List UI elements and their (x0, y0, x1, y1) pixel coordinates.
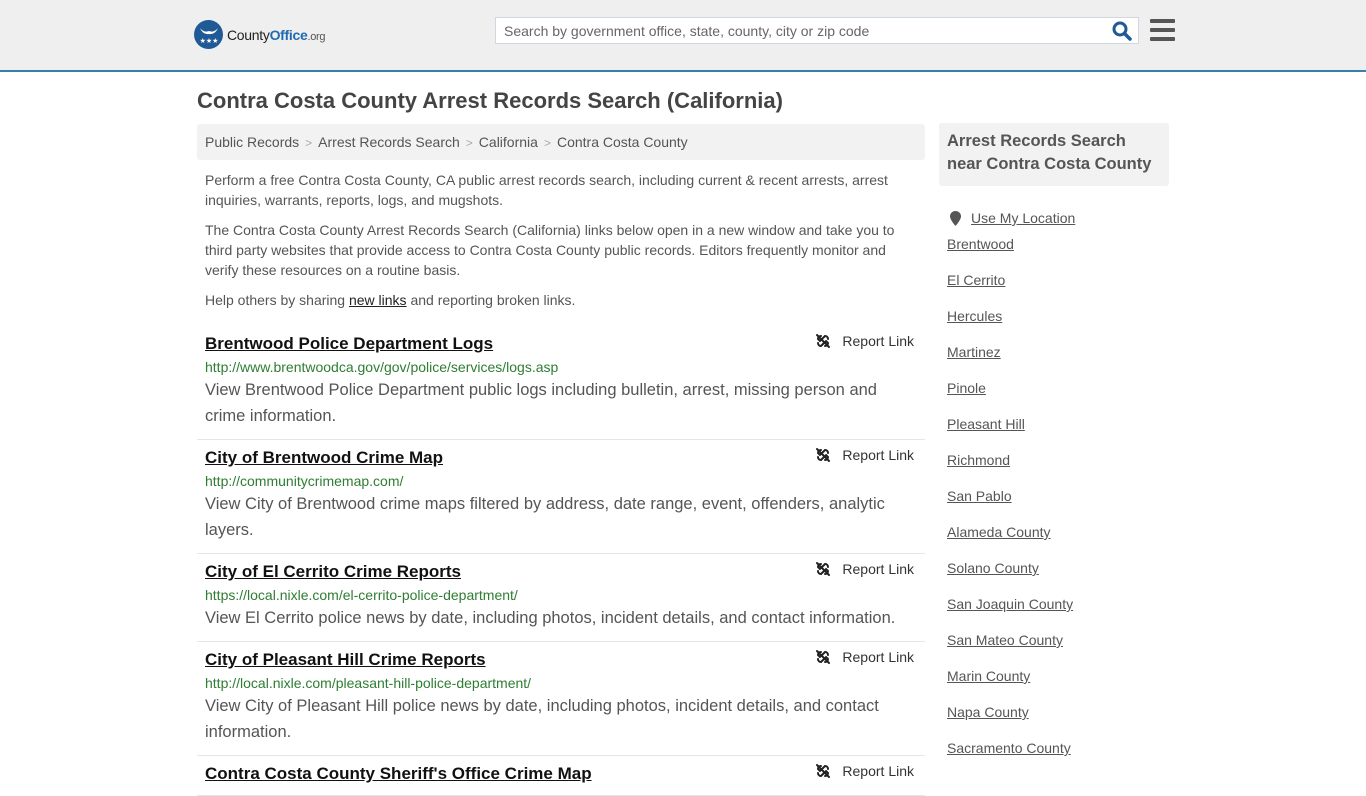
report-link-button[interactable]: Report Link (815, 649, 914, 665)
result-item: City of Brentwood Crime Map Report Link ht… (197, 440, 925, 554)
sidebar: Arrest Records Search near Contra Costa … (939, 123, 1169, 776)
nearby-item: Pinole (947, 380, 1161, 416)
nearby-link[interactable]: Pinole (947, 380, 986, 396)
nearby-item: San Pablo (947, 488, 1161, 524)
broken-link-icon (815, 561, 842, 577)
intro-paragraph: Perform a free Contra Costa County, CA p… (205, 172, 888, 208)
nearby-item: San Joaquin County (947, 596, 1161, 632)
result-url: http://www.brentwoodca.gov/gov/police/se… (205, 359, 559, 375)
result-title-link[interactable]: City of Pleasant Hill Crime Reports (205, 649, 486, 671)
breadcrumb-contra-costa-county[interactable]: Contra Costa County (557, 134, 688, 150)
result-description: View El Cerrito police news by date, inc… (205, 609, 896, 627)
breadcrumb-separator: > (465, 136, 473, 150)
sidebar-heading: Arrest Records Search near Contra Costa … (939, 123, 1169, 186)
nearby-link[interactable]: San Mateo County (947, 632, 1063, 648)
search-box (495, 17, 1139, 44)
result-description: View Brentwood Police Department public … (205, 381, 877, 425)
nearby-item: San Mateo County (947, 632, 1161, 668)
nearby-link[interactable]: Richmond (947, 452, 1010, 468)
broken-link-icon (815, 447, 842, 463)
result-url: http://local.nixle.com/pleasant-hill-pol… (205, 675, 532, 691)
use-location-item: Use My Location (947, 200, 1161, 236)
nearby-link[interactable]: Sacramento County (947, 740, 1071, 756)
nearby-item: Marin County (947, 668, 1161, 704)
nearby-link[interactable]: Alameda County (947, 524, 1051, 540)
result-description: View City of Brentwood crime maps filter… (205, 495, 885, 539)
intro-paragraph: The Contra Costa County Arrest Records S… (205, 222, 895, 278)
breadcrumb: Public Records > Arrest Records Search > Cal… (197, 124, 925, 160)
page-title: Contra Costa County Arrest Records Searc… (197, 88, 783, 113)
nearby-link[interactable]: San Joaquin County (947, 596, 1073, 612)
nearby-link[interactable]: Solano County (947, 560, 1039, 576)
search-icon[interactable] (1112, 21, 1132, 41)
result-title-link[interactable]: Brentwood Police Department Logs (205, 333, 493, 355)
report-link-button[interactable]: Report Link (815, 447, 914, 463)
broken-link-icon (815, 333, 842, 349)
result-url: https://local.nixle.com/el-cerrito-polic… (205, 587, 518, 603)
nearby-link[interactable]: Napa County (947, 704, 1029, 720)
result-title-link[interactable]: City of El Cerrito Crime Reports (205, 561, 461, 583)
nearby-link[interactable]: Hercules (947, 308, 1002, 324)
nearby-item: Alameda County (947, 524, 1161, 560)
nearby-item: Brentwood (947, 236, 1161, 272)
nearby-item: Hercules (947, 308, 1161, 344)
report-link-button[interactable]: Report Link (815, 561, 914, 577)
report-link-button[interactable]: Report Link (815, 333, 914, 349)
result-item: City of El Cerrito Crime Reports Report L… (197, 554, 925, 642)
result-description: View City of Pleasant Hill police news b… (205, 697, 879, 741)
eagle-logo-icon: ★★★ (194, 20, 223, 49)
nearby-link[interactable]: Marin County (947, 668, 1030, 684)
breadcrumb-public-records[interactable]: Public Records (205, 134, 299, 150)
report-link-label: Report Link (842, 333, 914, 349)
hamburger-menu-icon[interactable] (1150, 19, 1175, 41)
breadcrumb-separator: > (305, 136, 313, 150)
results-list: Brentwood Police Department Logs Report L… (197, 326, 925, 796)
breadcrumb-california[interactable]: California (479, 134, 538, 150)
search-input[interactable] (496, 18, 1112, 43)
nearby-item: Napa County (947, 704, 1161, 740)
report-link-label: Report Link (842, 447, 914, 463)
nearby-link[interactable]: Brentwood (947, 236, 1014, 252)
svg-text:★★★: ★★★ (199, 37, 218, 45)
logo-link[interactable]: ★★★ CountyOffice.org (194, 20, 326, 49)
intro-text: Perform a free Contra Costa County, CA p… (205, 170, 917, 320)
nearby-link[interactable]: El Cerrito (947, 272, 1005, 288)
logo-text: CountyOffice.org (227, 26, 326, 43)
report-link-label: Report Link (842, 763, 914, 779)
nearby-link[interactable]: Martinez (947, 344, 1001, 360)
new-links-link[interactable]: new links (349, 292, 407, 308)
broken-link-icon (815, 649, 842, 665)
breadcrumb-separator: > (543, 136, 551, 150)
nearby-link[interactable]: Pleasant Hill (947, 416, 1025, 432)
site-header: ★★★ CountyOffice.org (0, 0, 1366, 72)
nearby-item: Martinez (947, 344, 1161, 380)
nearby-item: Pleasant Hill (947, 416, 1161, 452)
report-link-button[interactable]: Report Link (815, 763, 914, 779)
result-item: City of Pleasant Hill Crime Reports Repor… (197, 642, 925, 756)
nearby-item: Solano County (947, 560, 1161, 596)
broken-link-icon (815, 763, 842, 779)
result-title-link[interactable]: Contra Costa County Sheriff's Office Cri… (205, 763, 592, 785)
map-pin-icon (950, 210, 961, 226)
result-title-link[interactable]: City of Brentwood Crime Map (205, 447, 443, 469)
result-url: http://communitycrimemap.com/ (205, 473, 404, 489)
result-item: Brentwood Police Department Logs Report L… (197, 326, 925, 440)
nearby-link[interactable]: San Pablo (947, 488, 1012, 504)
nearby-item: Richmond (947, 452, 1161, 488)
use-my-location-link[interactable]: Use My Location (971, 210, 1075, 226)
result-item: Contra Costa County Sheriff's Office Cri… (197, 756, 925, 796)
nearby-item: El Cerrito (947, 272, 1161, 308)
nearby-item: Sacramento County (947, 740, 1161, 776)
report-link-label: Report Link (842, 561, 914, 577)
nearby-list: Use My Location Brentwood El Cerrito Hercu… (939, 200, 1169, 776)
breadcrumb-arrest-records-search[interactable]: Arrest Records Search (318, 134, 460, 150)
share-paragraph: Help others by sharing new links and rep… (205, 292, 576, 308)
report-link-label: Report Link (842, 649, 914, 665)
